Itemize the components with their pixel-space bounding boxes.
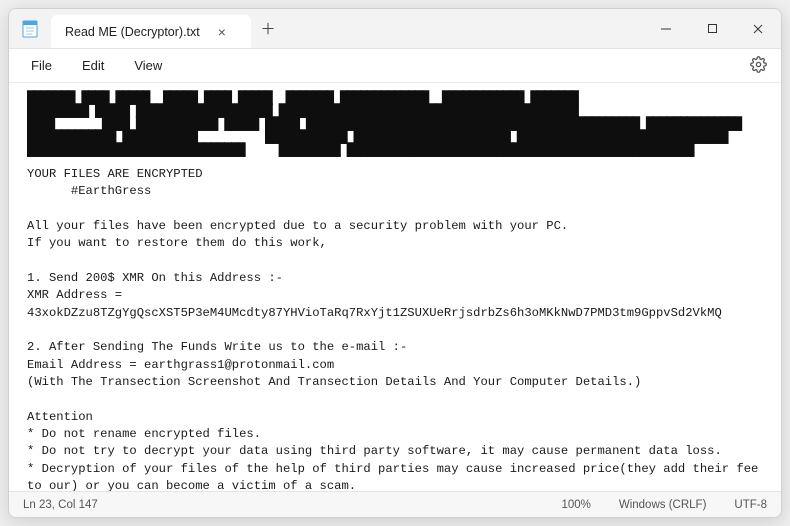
zoom-level[interactable]: 100% — [561, 499, 590, 511]
tab-title: Read ME (Decryptor).txt — [65, 25, 200, 39]
ascii-art-header: ███████ ████ █████ █████ ████ █████ ████… — [27, 91, 765, 156]
file-tab[interactable]: Read ME (Decryptor).txt × — [51, 15, 251, 48]
line: Attention — [27, 410, 93, 424]
tab-close-button[interactable]: × — [214, 23, 230, 41]
menubar: File Edit View — [9, 49, 781, 83]
menu-view[interactable]: View — [122, 54, 174, 77]
line: (With The Transection Screenshot And Tra… — [27, 375, 641, 389]
text-content[interactable]: ███████ ████ █████ █████ ████ █████ ████… — [9, 83, 781, 491]
close-button[interactable] — [735, 9, 781, 48]
new-tab-button[interactable]: ＋ — [251, 9, 285, 48]
line: * Do not try to decrypt your data using … — [27, 444, 722, 458]
line: Email Address = earthgrass1@protonmail.c… — [27, 358, 334, 372]
line-endings[interactable]: Windows (CRLF) — [619, 499, 707, 511]
line: * Do not rename encrypted files. — [27, 427, 261, 441]
minimize-button[interactable] — [643, 9, 689, 48]
window-controls — [643, 9, 781, 48]
cursor-position[interactable]: Ln 23, Col 147 — [23, 499, 98, 511]
line: * Decryption of your files of the help o… — [27, 462, 766, 491]
line: 1. Send 200$ XMR On this Address :- — [27, 271, 283, 285]
app-icon — [9, 9, 51, 48]
line: If you want to restore them do this work… — [27, 236, 327, 250]
line: XMR Address = 43xokDZzu8TZgYgQscXST5P3eM… — [27, 288, 722, 319]
notepad-window: Read ME (Decryptor).txt × ＋ File Edit Vi… — [8, 8, 782, 518]
statusbar: Ln 23, Col 147 100% Windows (CRLF) UTF-8 — [9, 491, 781, 517]
line: 2. After Sending The Funds Write us to t… — [27, 340, 407, 354]
menu-file[interactable]: File — [19, 54, 64, 77]
encoding[interactable]: UTF-8 — [734, 499, 767, 511]
line: YOUR FILES ARE ENCRYPTED — [27, 167, 203, 181]
menu-edit[interactable]: Edit — [70, 54, 116, 77]
titlebar: Read ME (Decryptor).txt × ＋ — [9, 9, 781, 49]
maximize-button[interactable] — [689, 9, 735, 48]
settings-button[interactable] — [746, 52, 771, 80]
line: #EarthGress — [27, 184, 151, 198]
line: All your files have been encrypted due t… — [27, 219, 568, 233]
